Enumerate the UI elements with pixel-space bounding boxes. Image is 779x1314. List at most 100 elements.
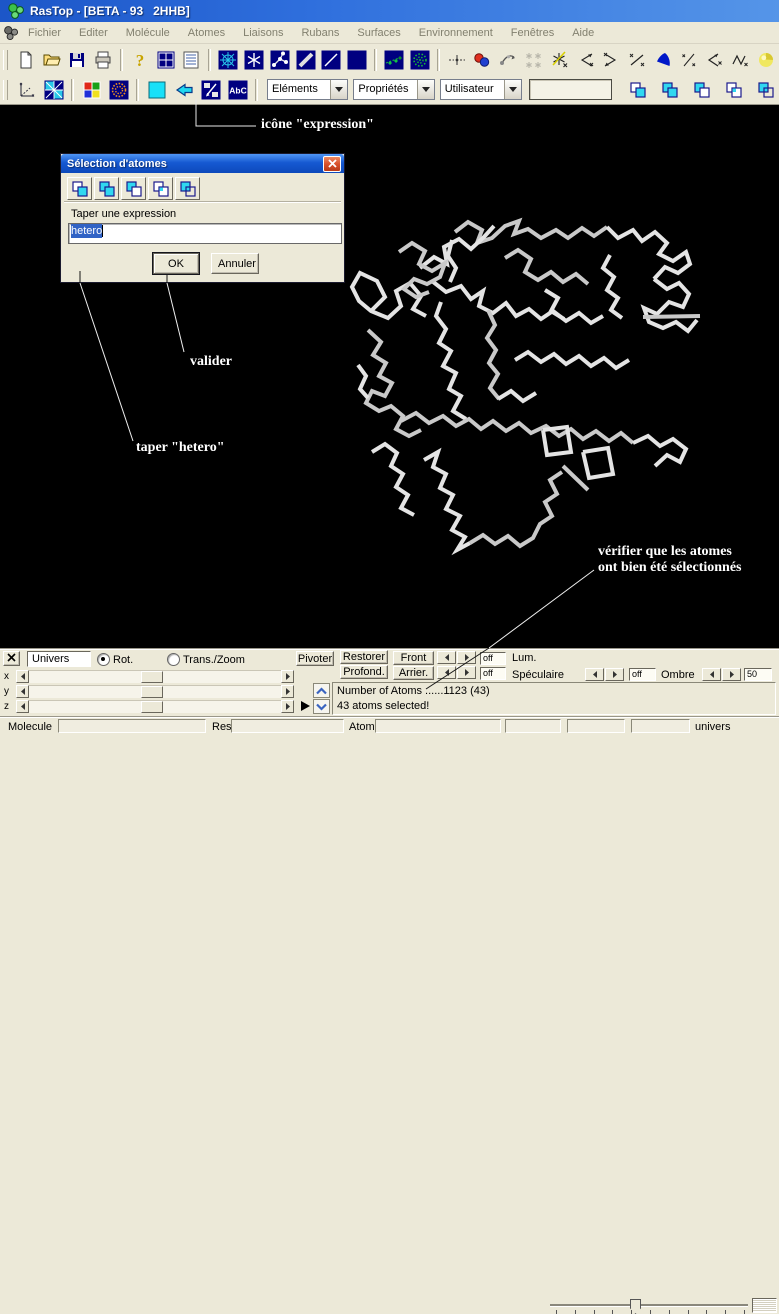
help-icon[interactable]: ? bbox=[127, 46, 153, 73]
select-new-icon[interactable] bbox=[67, 177, 92, 200]
spacefill-icon[interactable] bbox=[344, 46, 370, 73]
menu-item[interactable]: Environnement bbox=[410, 24, 502, 42]
dialog-title-bar[interactable]: Sélection d'atomes bbox=[61, 154, 344, 173]
close-panel-button[interactable] bbox=[3, 651, 20, 666]
select-intersect-icon[interactable] bbox=[720, 76, 747, 103]
wireframe-icon[interactable] bbox=[215, 46, 241, 73]
slider-track[interactable] bbox=[29, 700, 281, 713]
title-bar[interactable]: RasTop - [BETA - 93 2HHB] bbox=[0, 0, 779, 22]
menu-item[interactable]: Molécule bbox=[117, 24, 179, 42]
arrow-cross-icon[interactable] bbox=[702, 46, 728, 73]
arrow-right-icon[interactable] bbox=[457, 651, 476, 664]
green-ballstick-icon[interactable] bbox=[381, 46, 407, 73]
cone-icon[interactable] bbox=[650, 46, 676, 73]
new-file-icon[interactable] bbox=[13, 46, 39, 73]
select-remove-icon[interactable] bbox=[121, 177, 146, 200]
expression-icon[interactable]: AbC bbox=[224, 76, 251, 103]
expression-field[interactable] bbox=[529, 79, 612, 100]
restorer-button[interactable]: Restorer bbox=[340, 650, 388, 664]
menu-item[interactable]: Editer bbox=[70, 24, 117, 42]
menu-item[interactable]: Atomes bbox=[179, 24, 234, 42]
arrow-left-icon[interactable] bbox=[702, 668, 721, 681]
arrow-right-icon[interactable] bbox=[281, 700, 294, 713]
menu-item[interactable]: Liaisons bbox=[234, 24, 292, 42]
select-toggle-icon[interactable] bbox=[752, 76, 779, 103]
slash-cross-icon[interactable] bbox=[676, 46, 702, 73]
chevron-down-icon[interactable] bbox=[313, 699, 330, 714]
select-add-icon[interactable] bbox=[94, 177, 119, 200]
chevron-down-icon[interactable] bbox=[330, 80, 347, 99]
export-image-icon[interactable] bbox=[197, 76, 224, 103]
crosshair-icon[interactable] bbox=[444, 46, 470, 73]
slider-track[interactable] bbox=[29, 670, 281, 683]
arrow-right-icon[interactable] bbox=[605, 668, 624, 681]
angle-out-icon[interactable] bbox=[598, 46, 624, 73]
arrow-right-icon[interactable] bbox=[281, 685, 294, 698]
chevron-down-icon[interactable] bbox=[417, 80, 434, 99]
cell-icon[interactable] bbox=[40, 76, 67, 103]
arrow-left-icon[interactable] bbox=[16, 670, 29, 683]
atoms-pair-icon[interactable] bbox=[469, 46, 495, 73]
star-cross-icon[interactable] bbox=[547, 46, 573, 73]
menu-item[interactable]: Fichier bbox=[19, 24, 70, 42]
asterisk-icon[interactable] bbox=[241, 46, 267, 73]
utilisateur-dropdown[interactable]: Utilisateur bbox=[440, 79, 522, 100]
menu-item[interactable]: Rubans bbox=[292, 24, 348, 42]
menu-item[interactable]: Fenêtres bbox=[502, 24, 563, 42]
arrow-left-icon[interactable] bbox=[437, 666, 456, 679]
torsion-cross-icon[interactable] bbox=[727, 46, 753, 73]
arrow-right-icon[interactable] bbox=[281, 670, 294, 683]
chevron-up-icon[interactable] bbox=[313, 683, 330, 698]
select-add-icon[interactable] bbox=[656, 76, 683, 103]
close-icon[interactable] bbox=[323, 156, 341, 172]
axes-icon[interactable] bbox=[13, 76, 40, 103]
print-icon[interactable] bbox=[90, 46, 116, 73]
lum-slider-track[interactable] bbox=[550, 1304, 748, 1307]
distance-cross-icon[interactable] bbox=[624, 46, 650, 73]
rot-radio[interactable] bbox=[97, 653, 110, 666]
palette-icon[interactable] bbox=[78, 76, 105, 103]
select-new-icon[interactable] bbox=[624, 76, 651, 103]
paste-arrow-icon[interactable] bbox=[170, 76, 197, 103]
proprietes-dropdown[interactable]: Propriétés bbox=[353, 79, 434, 100]
select-remove-icon[interactable] bbox=[688, 76, 715, 103]
chevron-down-icon[interactable] bbox=[504, 80, 521, 99]
rotate-molecule-icon[interactable] bbox=[495, 46, 521, 73]
trans-zoom-radio[interactable] bbox=[167, 653, 180, 666]
report-icon[interactable] bbox=[179, 46, 205, 73]
play-arrow-icon[interactable] bbox=[301, 701, 310, 711]
green-dots-icon[interactable] bbox=[407, 46, 433, 73]
arrow-left-icon[interactable] bbox=[16, 685, 29, 698]
expression-input[interactable]: hetero bbox=[68, 223, 342, 244]
yellow-sphere-icon[interactable] bbox=[753, 46, 779, 73]
slider-thumb[interactable] bbox=[141, 671, 163, 683]
background-color-icon[interactable] bbox=[143, 76, 170, 103]
tile-windows-icon[interactable] bbox=[153, 46, 179, 73]
arrier-button[interactable]: Arrier. bbox=[393, 666, 434, 680]
arrow-left-icon[interactable] bbox=[585, 668, 604, 681]
elements-dropdown[interactable]: Eléments bbox=[267, 79, 348, 100]
select-intersect-icon[interactable] bbox=[148, 177, 173, 200]
pivoter-button[interactable]: Pivoter bbox=[296, 651, 334, 666]
menu-item[interactable]: Aide bbox=[563, 24, 603, 42]
cancel-button[interactable]: Annuler bbox=[211, 253, 259, 274]
thin-stick-icon[interactable] bbox=[319, 46, 345, 73]
slider-thumb[interactable] bbox=[141, 686, 163, 698]
dim-asterisks-icon[interactable] bbox=[521, 46, 547, 73]
thick-stick-icon[interactable] bbox=[293, 46, 319, 73]
hatched-sphere-icon[interactable] bbox=[105, 76, 132, 103]
front-button[interactable]: Front bbox=[393, 651, 434, 665]
save-icon[interactable] bbox=[64, 46, 90, 73]
slider-track[interactable] bbox=[29, 685, 281, 698]
arrow-left-icon[interactable] bbox=[16, 700, 29, 713]
ok-button[interactable]: OK bbox=[153, 253, 199, 274]
menu-item[interactable]: Surfaces bbox=[348, 24, 409, 42]
open-file-icon[interactable] bbox=[39, 46, 65, 73]
arrow-left-icon[interactable] bbox=[437, 651, 456, 664]
ballstick-icon[interactable] bbox=[267, 46, 293, 73]
select-toggle-icon[interactable] bbox=[175, 177, 200, 200]
texture-swatch[interactable] bbox=[752, 1298, 777, 1313]
angle-in-icon[interactable] bbox=[573, 46, 599, 73]
slider-thumb[interactable] bbox=[141, 701, 163, 713]
arrow-right-icon[interactable] bbox=[722, 668, 741, 681]
